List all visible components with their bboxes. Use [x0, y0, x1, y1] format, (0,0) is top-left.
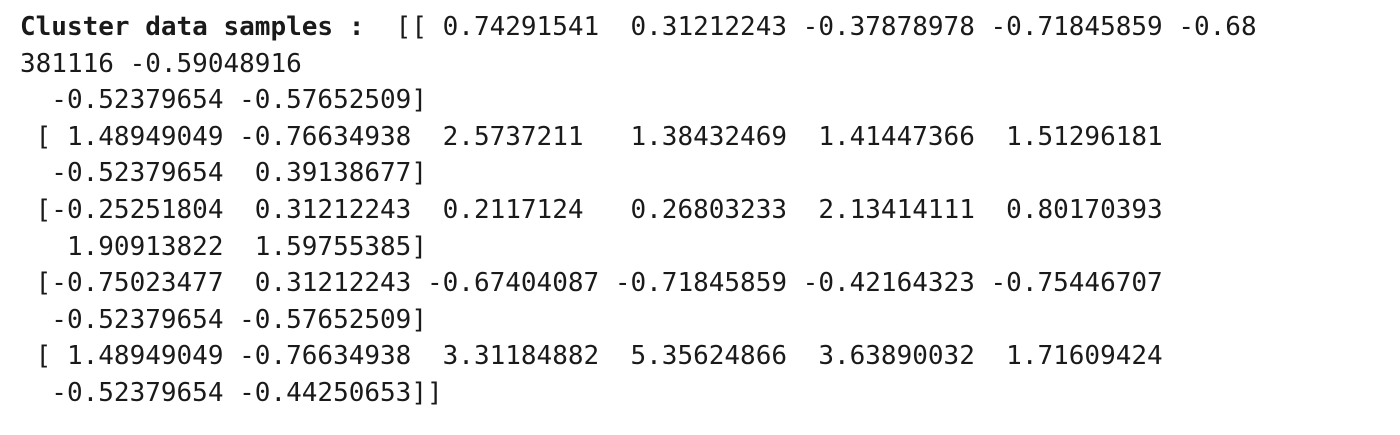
output-line-3: -0.52379654 -0.57652509]: [20, 85, 427, 116]
output-line-1: Cluster data samples : [[ 0.74291541 0.3…: [20, 9, 1390, 46]
output-label: Cluster data samples :: [20, 12, 365, 42]
output-line-4: [ 1.48949049 -0.76634938 2.5737211 1.384…: [20, 121, 1163, 152]
output-line-6: [-0.25251804 0.31212243 0.2117124 0.2680…: [20, 194, 1163, 225]
output-text: [[ 0.74291541 0.31212243 -0.37878978 -0.…: [364, 12, 1257, 42]
output-line-7: 1.90913822 1.59755385]: [20, 231, 427, 262]
cell-output: Cluster data samples : [[ 0.74291541 0.3…: [20, 9, 1390, 412]
output-line-8: [-0.75023477 0.31212243 -0.67404087 -0.7…: [20, 268, 1163, 299]
output-line-2: 381116 -0.59048916: [20, 48, 302, 79]
output-line-5: -0.52379654 0.39138677]: [20, 158, 427, 189]
output-line-11: -0.52379654 -0.44250653]]: [20, 377, 443, 408]
output-line-10: [ 1.48949049 -0.76634938 3.31184882 5.35…: [20, 341, 1163, 372]
output-line-9: -0.52379654 -0.57652509]: [20, 304, 427, 335]
